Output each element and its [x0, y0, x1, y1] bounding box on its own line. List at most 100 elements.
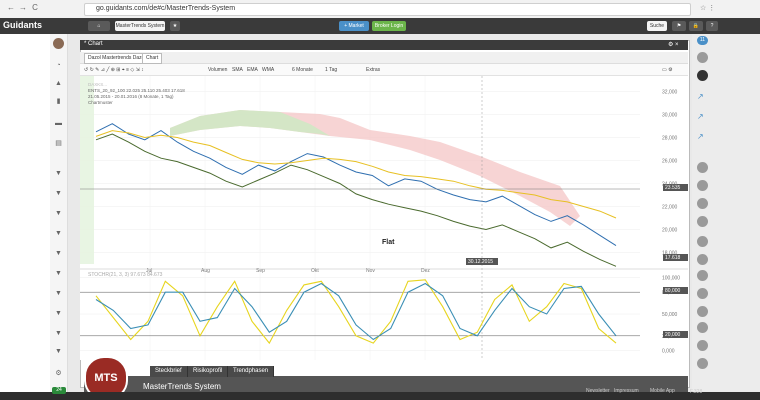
footer-link-newsletter[interactable]: Newsletter: [586, 388, 610, 394]
footer-bar: [0, 392, 760, 400]
y-tick-label: 28,000: [662, 136, 678, 142]
trend-icon-1[interactable]: ↗: [697, 92, 704, 101]
osc-y-tick-label: 50,000: [662, 312, 678, 318]
contact-avatar-2[interactable]: [697, 70, 708, 81]
contact-avatar-4[interactable]: [697, 180, 708, 191]
oscillator-legend: STOCHR(21, 3, 3) 97.673 84.673: [88, 272, 163, 278]
contact-avatar-6[interactable]: [697, 216, 708, 227]
legend-entry: DAXKS...: [88, 82, 107, 87]
system-name: MasterTrends System: [143, 382, 221, 391]
lock-icon[interactable]: 🔒: [689, 21, 703, 31]
tab-trendphasen[interactable]: Trendphasen: [228, 366, 275, 377]
broker-login-button[interactable]: Broker Login: [372, 21, 406, 31]
trend-icon-2[interactable]: ↗: [697, 112, 704, 121]
osc-y-tick-label: 100,000: [662, 276, 680, 282]
logo-text: Guidants: [3, 20, 43, 30]
bookmark-icon-1[interactable]: ▼: [53, 170, 64, 178]
trend-icon-3[interactable]: ↗: [697, 132, 704, 141]
tab-risikoprofil[interactable]: Risikoprofil: [188, 366, 229, 377]
tools-icon[interactable]: ▲: [53, 80, 64, 88]
chart-area[interactable]: Flat 30.12.2015 23.535 17.618 DAXKS...EN…: [80, 76, 688, 360]
contact-avatar-13[interactable]: [697, 340, 708, 351]
footer-link-impressum[interactable]: Impressum: [614, 388, 639, 394]
tool-sma[interactable]: SMA: [232, 66, 243, 74]
tab-mastertrends[interactable]: Dazol Mastertrends Dazol: [84, 53, 150, 64]
contact-avatar-9[interactable]: [697, 270, 708, 281]
y-tick-label: 24,000: [662, 182, 678, 188]
bar-chart-icon[interactable]: ▮: [53, 98, 64, 106]
right-sidebar: [692, 34, 760, 392]
star-icon[interactable]: ★: [170, 21, 180, 31]
bookmark-icon-9[interactable]: ▼: [53, 330, 64, 338]
panel-titlebar: * Chart ⚙ ×: [80, 40, 688, 50]
bookmark-icon-8[interactable]: ▼: [53, 310, 64, 318]
bookmark-icon-2[interactable]: ▼: [53, 190, 64, 198]
bookmark-icon-4[interactable]: ▼: [53, 230, 64, 238]
back-button[interactable]: ←: [6, 3, 16, 13]
legend-entry: ENTS_20_92_100 22.025 25.110 25.403 17.6…: [88, 88, 185, 93]
bookmark-icon-3[interactable]: ▼: [53, 210, 64, 218]
osc-label-20-text: 20,000: [665, 332, 681, 338]
tab-chart[interactable]: Chart: [142, 53, 163, 64]
crosshair-date: 30.12.2015: [468, 259, 493, 265]
chart-icon[interactable]: ◔: [53, 62, 64, 70]
tool-wma[interactable]: WMA: [262, 66, 274, 74]
workspace-select[interactable]: MasterTrends System: [115, 21, 165, 31]
left-sidebar-bg: [0, 34, 50, 392]
panel-settings-icon[interactable]: ⚙ ×: [668, 41, 679, 48]
y-tick-label: 32,000: [662, 90, 678, 96]
osc-label-80-text: 80,000: [665, 288, 681, 294]
guidants-logo: Guidants: [3, 20, 42, 30]
search-button[interactable]: Suche: [647, 21, 667, 31]
user-avatar[interactable]: [53, 38, 64, 49]
window-menu-icon[interactable]: ☆ ⋮: [700, 4, 750, 13]
contact-avatar-8[interactable]: [697, 254, 708, 265]
y-tick-label: 20,000: [662, 228, 678, 234]
footer-link-mobile[interactable]: Mobile App: [650, 388, 675, 394]
market-button[interactable]: + Market: [339, 21, 369, 31]
fullscreen-icon[interactable]: ▭ ⚙: [662, 66, 673, 74]
reload-button[interactable]: C: [30, 3, 40, 13]
y-tick-label: 26,000: [662, 159, 678, 165]
y-tick-label: 18,000: [662, 251, 678, 257]
bookmark-icon-7[interactable]: ▼: [53, 290, 64, 298]
bookmark-icon-5[interactable]: ▼: [53, 250, 64, 258]
contact-avatar-11[interactable]: [697, 306, 708, 317]
y-tick-label: 22,000: [662, 205, 678, 211]
contact-avatar-3[interactable]: [697, 162, 708, 173]
legend-entry: 21.05.2015 - 20.01.2016 (8 Monate, 1 Tag…: [88, 94, 174, 99]
y-tick-label: 30,000: [662, 113, 678, 119]
online-badge[interactable]: 24: [52, 387, 66, 394]
contact-avatar-10[interactable]: [697, 288, 708, 299]
notification-badge[interactable]: 11: [697, 36, 708, 45]
news-icon[interactable]: ▤: [53, 140, 64, 148]
tool-volumen[interactable]: Volumen: [208, 66, 227, 74]
extras-menu[interactable]: Extras: [366, 66, 380, 74]
url-text: go.guidants.com/de#c/MasterTrends-System: [96, 5, 236, 12]
period-select[interactable]: 6 Monate: [292, 66, 313, 74]
bookmark-icon-6[interactable]: ▼: [53, 270, 64, 278]
contact-avatar-12[interactable]: [697, 322, 708, 333]
annotation-flat: Flat: [382, 239, 395, 246]
contact-avatar-5[interactable]: [697, 198, 708, 209]
help-icon[interactable]: ?: [706, 21, 718, 31]
tool-ema[interactable]: EMA: [247, 66, 258, 74]
osc-y-tick-label: 0,000: [662, 348, 675, 354]
flag-icon[interactable]: ⚑: [672, 21, 686, 31]
footer-count: F.328: [690, 389, 703, 395]
home-button[interactable]: ⌂: [88, 21, 110, 31]
tab-steckbrief[interactable]: Steckbrief: [150, 366, 188, 377]
forward-button[interactable]: →: [18, 3, 28, 13]
legend-entry: Chartmuster: [88, 100, 113, 105]
bookmark-icon-10[interactable]: ▼: [53, 348, 64, 356]
chart-toolbar: [80, 64, 688, 76]
briefcase-icon[interactable]: ▬: [53, 120, 64, 128]
panel-title: * Chart: [84, 41, 103, 47]
interval-select[interactable]: 1 Tag: [325, 66, 337, 74]
settings-gear-icon[interactable]: ⚙: [53, 370, 64, 378]
drawing-tools-icons[interactable]: ↺ ↻ ✎ ⊿ ╱ ⊕ ⊞ ⌖ ≡ ◇ ⇲ ↕: [84, 66, 144, 74]
contact-avatar-14[interactable]: [697, 358, 708, 369]
contact-avatar-7[interactable]: [697, 236, 708, 247]
contact-avatar-1[interactable]: [697, 52, 708, 63]
panel-tabbar: [80, 52, 688, 64]
